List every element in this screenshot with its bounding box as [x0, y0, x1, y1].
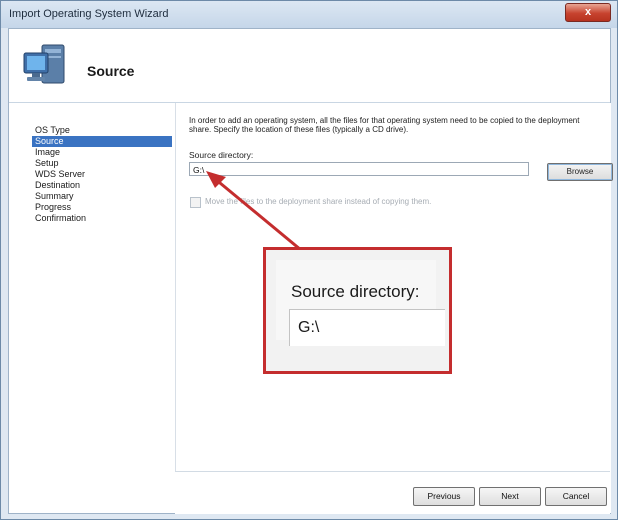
next-button[interactable]: Next: [479, 487, 541, 506]
window-title: Import Operating System Wizard: [9, 8, 169, 20]
move-files-label: Move the files to the deployment share i…: [205, 197, 432, 206]
sidebar-item-image[interactable]: Image: [32, 147, 172, 158]
wizard-steps-sidebar: OS Type Source Image Setup WDS Server De…: [9, 103, 174, 513]
sidebar-item-source[interactable]: Source: [32, 136, 172, 147]
sidebar-item-progress[interactable]: Progress: [32, 202, 172, 213]
zoom-callout: Source directory: G:\: [263, 247, 452, 374]
sidebar-item-confirmation[interactable]: Confirmation: [32, 213, 172, 224]
wizard-header: Source: [9, 29, 610, 103]
zoom-source-directory-input: G:\: [289, 309, 445, 346]
previous-button[interactable]: Previous: [413, 487, 475, 506]
sidebar-item-os-type[interactable]: OS Type: [32, 125, 172, 136]
sidebar-item-setup[interactable]: Setup: [32, 158, 172, 169]
sidebar-item-summary[interactable]: Summary: [32, 191, 172, 202]
move-files-checkbox[interactable]: [190, 197, 201, 208]
source-directory-input[interactable]: G:\: [189, 162, 529, 176]
zoom-callout-panel: Source directory: G:\: [276, 260, 445, 346]
zoom-source-directory-value: G:\: [298, 319, 320, 336]
title-bar[interactable]: Import Operating System Wizard x: [1, 1, 617, 28]
page-title: Source: [87, 63, 135, 79]
wizard-footer: Previous Next Cancel: [175, 471, 610, 514]
computer-icon: [23, 44, 65, 84]
sidebar-item-wds-server[interactable]: WDS Server: [32, 169, 172, 180]
sidebar-item-destination[interactable]: Destination: [32, 180, 172, 191]
browse-button[interactable]: Browse: [547, 163, 613, 181]
source-directory-label: Source directory:: [189, 150, 254, 160]
zoom-source-directory-label: Source directory:: [291, 282, 420, 301]
instructions-text: In order to add an operating system, all…: [189, 116, 580, 134]
close-button[interactable]: x: [565, 3, 611, 22]
cancel-button[interactable]: Cancel: [545, 487, 607, 506]
